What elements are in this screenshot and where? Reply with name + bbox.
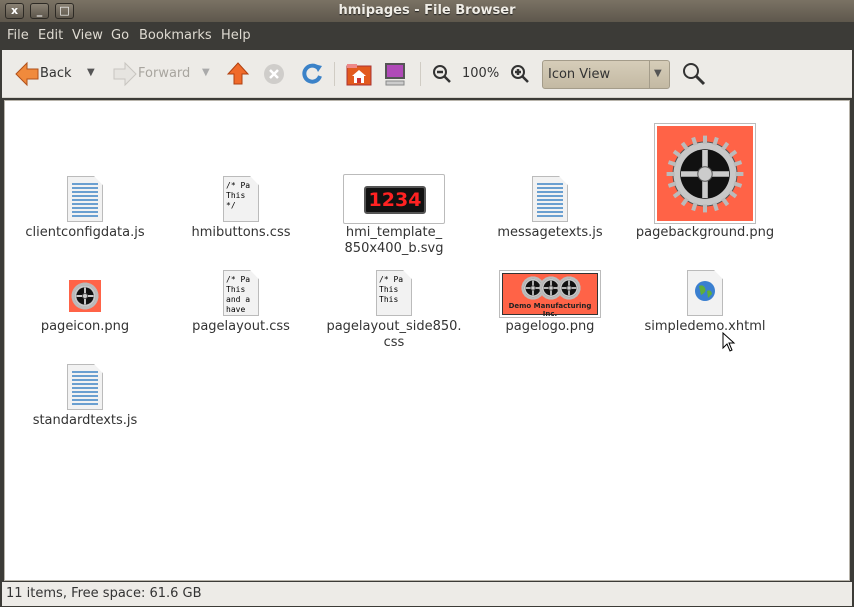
logo-text: Demo Manufacturing Inc. xyxy=(508,302,592,318)
file-name: pagelayout.css xyxy=(192,319,290,334)
forward-history-dropdown[interactable]: ▼ xyxy=(202,67,210,78)
title-bar: x _ □ hmipages - File Browser xyxy=(0,0,854,22)
file-preview-text: /* Pa This and a have xyxy=(226,275,251,314)
toolbar: Back ▼ Forward ▼ 100% Icon View ▼ xyxy=(2,50,852,98)
window-title: hmipages - File Browser xyxy=(338,3,516,18)
file-item[interactable]: standardtexts.js xyxy=(10,300,160,440)
file-name: pagelogo.png xyxy=(505,319,595,334)
back-arrow-icon xyxy=(15,61,39,87)
zoom-level: 100% xyxy=(462,66,500,81)
menu-help[interactable]: Help xyxy=(221,28,251,43)
menu-edit[interactable]: Edit xyxy=(38,28,63,43)
back-button[interactable]: Back xyxy=(12,60,77,88)
forward-label: Forward xyxy=(138,66,191,81)
menu-bookmarks[interactable]: Bookmarks xyxy=(139,28,212,43)
html-file-icon xyxy=(687,270,723,316)
text-file-icon: /* Pa This This xyxy=(376,270,412,316)
script-file-icon xyxy=(67,364,103,410)
separator xyxy=(420,62,421,86)
up-arrow-icon[interactable] xyxy=(226,62,250,86)
back-label: Back xyxy=(40,66,72,81)
separator xyxy=(649,61,650,88)
search-icon[interactable] xyxy=(682,62,706,86)
forward-arrow-icon xyxy=(113,61,137,87)
globe-icon xyxy=(695,281,715,301)
computer-icon[interactable] xyxy=(383,62,407,86)
mouse-cursor-icon xyxy=(722,332,736,352)
file-item[interactable]: Demo Manufacturing Inc. pagelogo.png xyxy=(475,206,625,346)
file-name: standardtexts.js xyxy=(32,413,138,428)
menu-file[interactable]: File xyxy=(7,28,29,43)
stop-icon[interactable] xyxy=(263,63,285,85)
separator xyxy=(334,62,335,86)
gear-icon xyxy=(521,276,581,300)
view-mode-select[interactable]: Icon View ▼ xyxy=(542,60,670,89)
menu-go[interactable]: Go xyxy=(111,28,129,43)
file-name: pagelayout_side850. css xyxy=(326,319,462,350)
status-bar: 11 items, Free space: 61.6 GB xyxy=(2,582,852,606)
file-item[interactable]: simpledemo.xhtml xyxy=(630,206,780,346)
file-name: simpledemo.xhtml xyxy=(644,319,766,334)
menu-bar: File Edit View Go Bookmarks Help xyxy=(2,22,852,50)
text-file-icon: /* Pa This and a have xyxy=(223,270,259,316)
file-item[interactable]: /* Pa This This pagelayout_side850. css xyxy=(319,206,469,350)
file-item[interactable]: /* Pa This and a have pagelayout.css xyxy=(166,206,316,346)
reload-icon[interactable] xyxy=(300,62,324,86)
chevron-down-icon: ▼ xyxy=(654,68,662,79)
zoom-out-icon[interactable] xyxy=(432,64,452,84)
logo-thumbnail: Demo Manufacturing Inc. xyxy=(499,270,601,318)
forward-button[interactable]: Forward xyxy=(110,60,195,88)
back-history-dropdown[interactable]: ▼ xyxy=(87,67,95,78)
zoom-in-icon[interactable] xyxy=(510,64,530,84)
menu-view[interactable]: View xyxy=(72,28,103,43)
file-preview-text: /* Pa This This xyxy=(379,275,404,304)
home-folder-icon[interactable] xyxy=(346,62,372,86)
view-mode-value: Icon View xyxy=(548,67,611,82)
